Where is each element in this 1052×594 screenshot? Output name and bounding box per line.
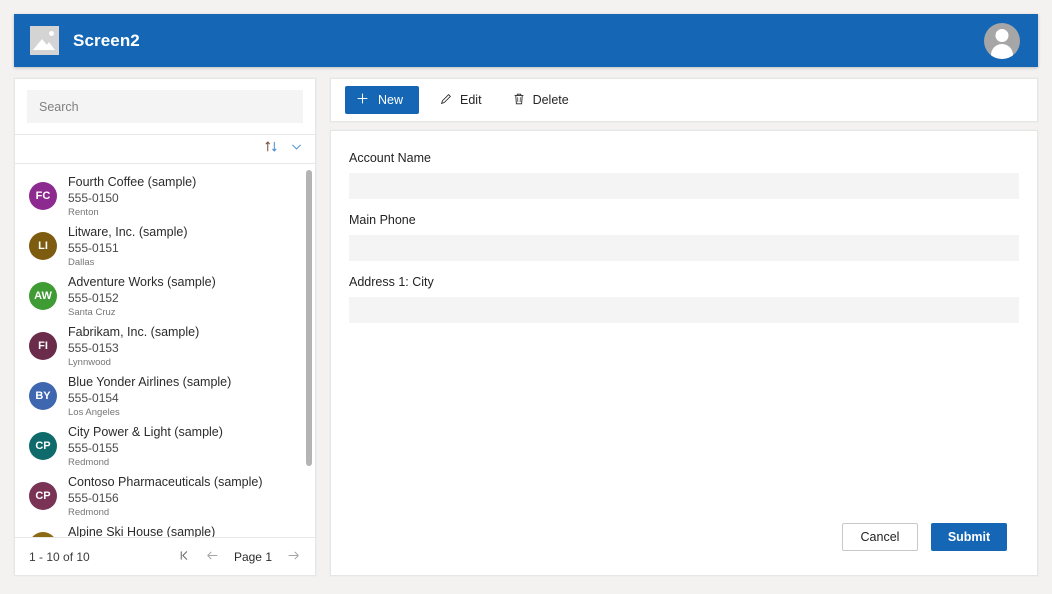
account-name: Fourth Coffee (sample): [68, 175, 197, 189]
delete-button-label: Delete: [532, 93, 569, 107]
avatar: AS: [29, 532, 57, 537]
form-spacer: [349, 337, 1019, 523]
list-item[interactable]: LI Litware, Inc. (sample) 555-0151 Dalla…: [15, 218, 315, 268]
list-item[interactable]: CP Contoso Pharmaceuticals (sample) 555-…: [15, 468, 315, 518]
account-list[interactable]: FC Fourth Coffee (sample) 555-0150 Rento…: [15, 164, 315, 537]
cancel-button[interactable]: Cancel: [842, 523, 918, 551]
pagination-controls: Page 1: [178, 549, 301, 565]
form-field-address-city: Address 1: City: [349, 275, 1019, 323]
app-header: Screen2: [14, 14, 1038, 67]
list-item[interactable]: AW Adventure Works (sample) 555-0152 San…: [15, 268, 315, 318]
account-name: Fabrikam, Inc. (sample): [68, 325, 200, 339]
list-item[interactable]: BY Blue Yonder Airlines (sample) 555-015…: [15, 368, 315, 418]
edit-form-panel: Account Name Main Phone Address 1: City …: [330, 130, 1038, 576]
avatar: AW: [29, 282, 57, 310]
account-city: Redmond: [68, 507, 110, 518]
list-item-text: Fabrikam, Inc. (sample) 555-0153 Lynnwoo…: [68, 323, 199, 369]
account-name: Contoso Pharmaceuticals (sample): [68, 475, 263, 489]
account-city: Redmond: [68, 457, 110, 468]
next-page-arrow-icon[interactable]: [286, 549, 301, 565]
search-placeholder: Search: [39, 99, 79, 114]
account-city: Santa Cruz: [68, 307, 116, 318]
list-item-text: Adventure Works (sample) 555-0152 Santa …: [68, 273, 216, 319]
account-phone: 555-0152: [68, 291, 119, 305]
form-actions: Cancel Submit: [349, 523, 1019, 559]
avatar: BY: [29, 382, 57, 410]
record-range-label: 1 - 10 of 10: [29, 549, 90, 564]
pencil-icon: [439, 92, 453, 109]
first-page-icon[interactable]: [178, 549, 191, 565]
main-phone-input[interactable]: [349, 235, 1019, 261]
account-list-inner: FC Fourth Coffee (sample) 555-0150 Rento…: [15, 164, 315, 537]
submit-button[interactable]: Submit: [931, 523, 1007, 551]
list-item-text: City Power & Light (sample) 555-0155 Red…: [68, 423, 223, 469]
sort-filter-row: [15, 134, 315, 164]
field-label: Account Name: [349, 151, 431, 165]
account-phone: 555-0155: [68, 441, 119, 455]
avatar: LI: [29, 232, 57, 260]
account-name: Adventure Works (sample): [68, 275, 216, 289]
avatar: CP: [29, 482, 57, 510]
account-name: City Power & Light (sample): [68, 425, 223, 439]
account-name: Blue Yonder Airlines (sample): [68, 375, 232, 389]
account-city: Renton: [68, 207, 99, 218]
list-scrollbar[interactable]: [306, 170, 312, 466]
previous-page-arrow-icon[interactable]: [205, 549, 220, 565]
list-item-text: Litware, Inc. (sample) 555-0151 Dallas: [68, 223, 187, 269]
avatar: FC: [29, 182, 57, 210]
field-label: Main Phone: [349, 213, 416, 227]
account-city: Lynnwood: [68, 357, 111, 368]
form-field-account-name: Account Name: [349, 151, 1019, 199]
account-city: Dallas: [68, 257, 95, 268]
address-city-input[interactable]: [349, 297, 1019, 323]
account-city: Los Angeles: [68, 407, 120, 418]
page-number-label: Page 1: [233, 549, 272, 564]
account-phone: 555-0154: [68, 391, 119, 405]
form-field-main-phone: Main Phone: [349, 213, 1019, 261]
page-title: Screen2: [73, 30, 140, 50]
account-name: Alpine Ski House (sample): [68, 525, 216, 537]
list-item-text: Blue Yonder Airlines (sample) 555-0154 L…: [68, 373, 231, 419]
list-item[interactable]: FI Fabrikam, Inc. (sample) 555-0153 Lynn…: [15, 318, 315, 368]
account-phone: 555-0150: [68, 191, 119, 205]
edit-button[interactable]: Edit: [429, 86, 492, 114]
account-name-input[interactable]: [349, 173, 1019, 199]
account-name: Litware, Inc. (sample): [68, 225, 188, 239]
trash-icon: [512, 92, 526, 109]
sort-ascending-descending-icon[interactable]: [264, 139, 279, 159]
app-root: Screen2 Search FC Fourth Coffee (sample)…: [0, 0, 1052, 594]
list-item-text: Alpine Ski House (sample) 555-0157: [68, 523, 215, 537]
list-item-text: Fourth Coffee (sample) 555-0150 Renton: [68, 173, 196, 219]
new-button-label: New: [378, 93, 404, 107]
account-phone: 555-0151: [68, 241, 119, 255]
account-phone: 555-0156: [68, 491, 119, 505]
chevron-down-icon[interactable]: [290, 140, 303, 158]
list-item[interactable]: FC Fourth Coffee (sample) 555-0150 Rento…: [15, 168, 315, 218]
image-placeholder-icon: [30, 26, 59, 55]
field-label: Address 1: City: [349, 275, 434, 289]
plus-icon: [356, 92, 369, 108]
pagination-bar: 1 - 10 of 10 Page 1: [15, 537, 315, 575]
new-button[interactable]: New: [345, 86, 420, 114]
edit-button-label: Edit: [460, 93, 482, 107]
avatar: CP: [29, 432, 57, 460]
avatar: FI: [29, 332, 57, 360]
list-item-text: Contoso Pharmaceuticals (sample) 555-015…: [68, 473, 263, 519]
delete-button[interactable]: Delete: [502, 86, 579, 114]
command-toolbar: New Edit Delete: [330, 78, 1038, 122]
gallery-panel: Search FC Fourth Coffee (sample) 555-015…: [14, 78, 316, 576]
list-item[interactable]: AS Alpine Ski House (sample) 555-0157: [15, 518, 315, 537]
list-item[interactable]: CP City Power & Light (sample) 555-0155 …: [15, 418, 315, 468]
search-container: Search: [15, 79, 315, 123]
account-phone: 555-0153: [68, 341, 119, 355]
user-avatar-icon[interactable]: [984, 22, 1020, 59]
search-box[interactable]: Search: [27, 90, 303, 123]
